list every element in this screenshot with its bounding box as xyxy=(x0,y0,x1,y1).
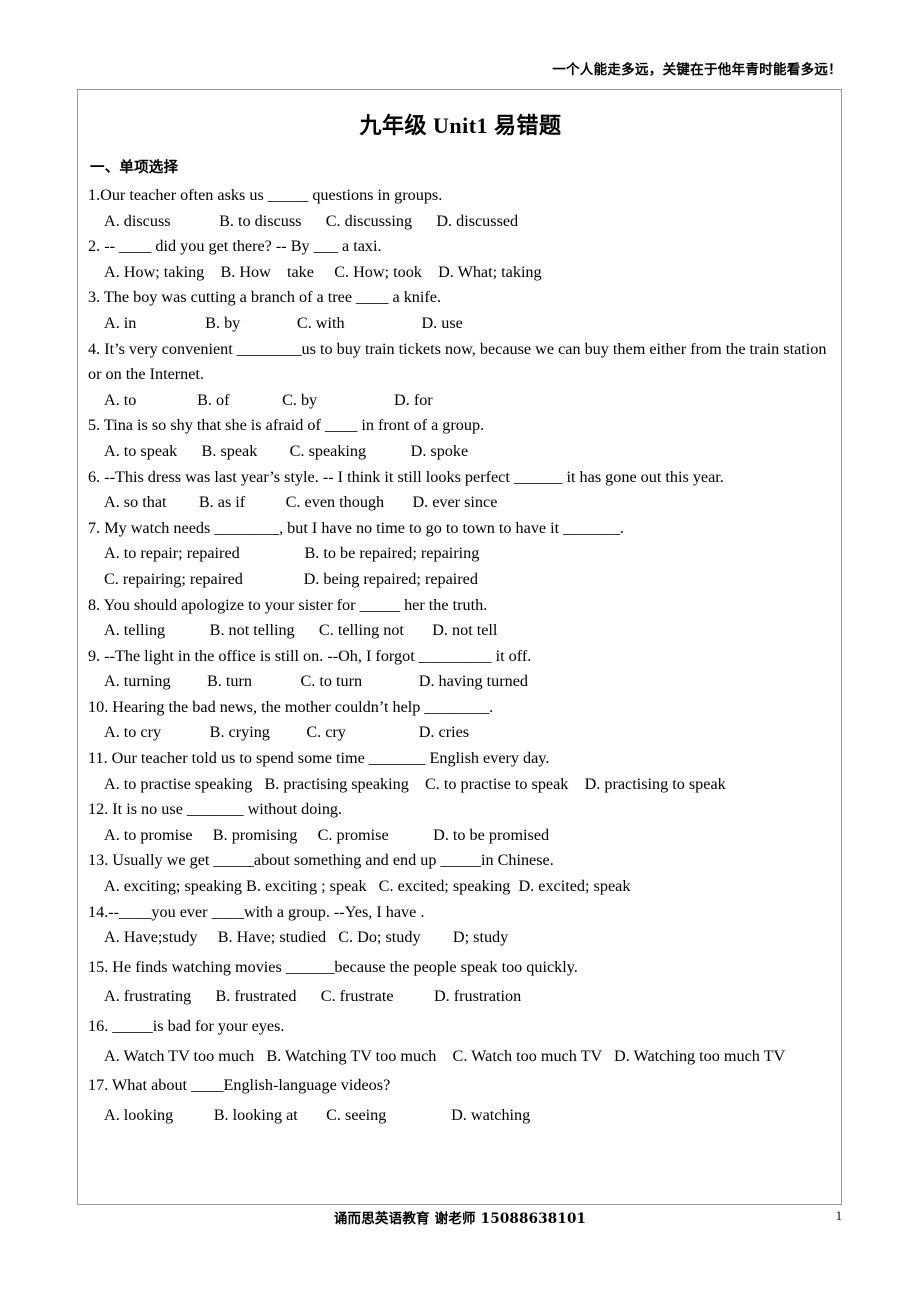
question-item: 2. -- ____ did you get there? -- By ___ … xyxy=(88,234,833,285)
question-options: A. to practise speaking B. practising sp… xyxy=(104,774,726,793)
question-item: 13. Usually we get _____about something … xyxy=(88,848,833,899)
question-options: A. Have;study B. Have; studied C. Do; st… xyxy=(104,928,509,947)
question-options: A. to B. of C. by D. for xyxy=(104,390,433,409)
page-footer: 诵而思英语教育 谢老师 15088638101 1 xyxy=(0,1207,920,1237)
page-number: 1 xyxy=(835,1209,842,1223)
question-stem: 14.--____you ever ____with a group. --Ye… xyxy=(88,902,425,921)
question-item: 17. What about ____English-language vide… xyxy=(88,1073,833,1128)
question-item: 9. --The light in the office is still on… xyxy=(88,644,833,695)
question-item: 3. The boy was cutting a branch of a tre… xyxy=(88,285,833,336)
page-title: 九年级 Unit1 易错题 xyxy=(359,113,562,138)
question-item: 6. --This dress was last year’s style. -… xyxy=(88,465,833,516)
question-item: 7. My watch needs ________, but I have n… xyxy=(88,516,833,593)
question-item: 10. Hearing the bad news, the mother cou… xyxy=(88,695,833,746)
question-stem: 8. You should apologize to your sister f… xyxy=(88,595,488,614)
question-item: 12. It is no use _______ without doing. … xyxy=(88,797,833,848)
question-options: A. How; taking B. How take C. How; took … xyxy=(104,262,542,281)
question-stem: 11. Our teacher told us to spend some ti… xyxy=(88,749,550,768)
question-options: A. discuss B. to discuss C. discussing D… xyxy=(104,211,519,230)
question-item: 5. Tina is so shy that she is afraid of … xyxy=(88,413,833,464)
question-options: A. to cry B. crying C. cry D. cries xyxy=(104,723,470,742)
question-stem: 2. -- ____ did you get there? -- By ___ … xyxy=(88,237,382,256)
question-options: A. to promise B. promising C. promise D.… xyxy=(104,825,550,844)
question-stem: 12. It is no use _______ without doing. xyxy=(88,800,343,819)
question-options: A. exciting; speaking B. exciting ; spea… xyxy=(104,877,631,896)
question-stem: 6. --This dress was last year’s style. -… xyxy=(88,467,724,486)
question-options: A. looking B. looking at C. seeing D. wa… xyxy=(104,1105,531,1124)
question-stem: 17. What about ____English-language vide… xyxy=(88,1076,391,1095)
section-heading-multiple-choice: 一、单项选择 xyxy=(90,160,179,176)
running-header-text: 一个人能走多远，关键在于他年青时能看多远！ xyxy=(552,62,842,78)
question-options: A. telling B. not telling C. telling not… xyxy=(104,621,498,640)
question-item: 8. You should apologize to your sister f… xyxy=(88,593,833,644)
question-options: A. in B. by C. with D. use xyxy=(104,313,463,332)
question-stem: 5. Tina is so shy that she is afraid of … xyxy=(88,416,485,435)
question-stem: 9. --The light in the office is still on… xyxy=(88,646,532,665)
question-stem: 1.Our teacher often asks us _____ questi… xyxy=(88,186,443,204)
document-body: 九年级 Unit1 易错题 一、单项选择 1.Our teacher often… xyxy=(78,90,841,1128)
question-item: 15. He finds watching movies ______becau… xyxy=(88,955,833,1010)
question-stem: 16. _____is bad for your eyes. xyxy=(88,1017,285,1035)
footer-contact-text: 诵而思英语教育 谢老师 15088638101 xyxy=(333,1211,587,1227)
question-stem: 15. He finds watching movies ______becau… xyxy=(88,957,578,976)
question-stem: 7. My watch needs ________, but I have n… xyxy=(88,518,624,537)
question-item: 1.Our teacher often asks us _____ questi… xyxy=(88,183,833,234)
running-header: 一个人能走多远，关键在于他年青时能看多远！ xyxy=(0,58,920,78)
question-options: A. to repair; repaired B. to be repaired… xyxy=(104,544,480,563)
question-stem: 10. Hearing the bad news, the mother cou… xyxy=(88,697,494,716)
question-options: A. frustrating B. frustrated C. frustrat… xyxy=(104,987,522,1006)
question-stem: 13. Usually we get _____about something … xyxy=(88,851,554,870)
question-stem: 4. It’s very convenient ________us to bu… xyxy=(88,339,827,384)
question-item: 4. It’s very convenient ________us to bu… xyxy=(88,337,833,414)
document-frame: 九年级 Unit1 易错题 一、单项选择 1.Our teacher often… xyxy=(77,89,842,1205)
question-options: A. so that B. as if C. even though D. ev… xyxy=(104,493,498,512)
question-item: 11. Our teacher told us to spend some ti… xyxy=(88,746,833,797)
question-options: A. turning B. turn C. to turn D. having … xyxy=(104,672,528,691)
question-item: 14.--____you ever ____with a group. --Ye… xyxy=(88,900,833,951)
question-options: A. to speak B. speak C. speaking D. spok… xyxy=(104,441,469,460)
question-options: C. repairing; repaired D. being repaired… xyxy=(104,569,478,588)
question-item: 16. _____is bad for your eyes. A. Watch … xyxy=(88,1014,833,1069)
question-options: A. Watch TV too much B. Watching TV too … xyxy=(104,1046,786,1065)
question-stem: 3. The boy was cutting a branch of a tre… xyxy=(88,288,442,307)
